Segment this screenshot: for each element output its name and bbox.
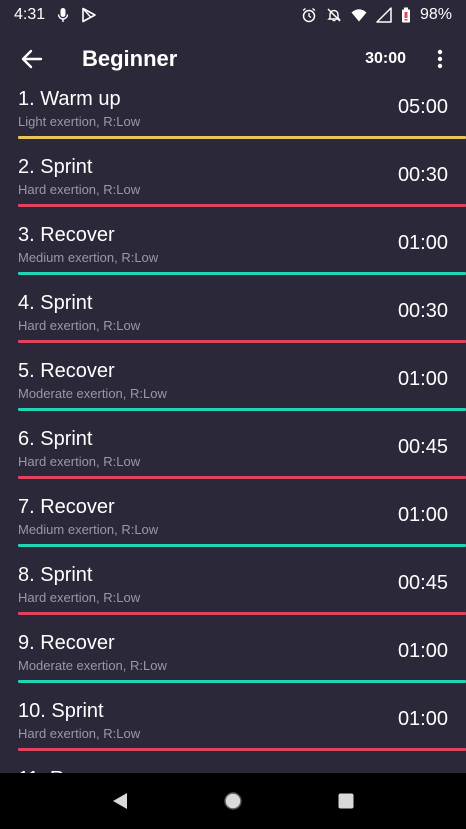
interval-color-bar [18, 340, 466, 343]
interval-row[interactable]: 8. Sprint Hard exertion, R:Low 00:45 [0, 556, 466, 624]
interval-duration: 01:00 [397, 708, 448, 730]
home-circle-icon [224, 792, 242, 810]
back-triangle-icon [113, 793, 128, 809]
status-bar: 4:31 98% [0, 0, 466, 30]
interval-color-bar [18, 408, 466, 411]
status-right: 98% [301, 6, 452, 24]
status-time: 4:31 [14, 6, 46, 23]
interval-duration: 00:30 [397, 164, 448, 186]
interval-exertion: Hard exertion, R:Low [18, 318, 141, 333]
battery-percent: 98% [419, 6, 452, 23]
interval-duration: 01:00 [397, 504, 448, 526]
nav-home-button[interactable] [213, 781, 253, 821]
interval-duration: 00:45 [397, 436, 448, 458]
interval-color-bar [18, 612, 466, 615]
interval-duration: 01:00 [397, 640, 448, 662]
more-vert-icon [437, 49, 443, 69]
signal-icon [376, 7, 392, 23]
interval-row[interactable]: 2. Sprint Hard exertion, R:Low 00:30 [0, 148, 466, 216]
interval-name: 4. Sprint [18, 292, 93, 314]
page-title: Beginner [82, 46, 178, 71]
interval-color-bar [18, 476, 466, 479]
interval-name: 2. Sprint [18, 156, 93, 178]
nav-back-button[interactable] [100, 781, 140, 821]
interval-duration: 01:00 [397, 232, 448, 254]
interval-color-bar [18, 680, 466, 683]
interval-exertion: Hard exertion, R:Low [18, 454, 141, 469]
interval-exertion: Moderate exertion, R:Low [18, 386, 167, 401]
wifi-icon [351, 7, 367, 23]
recents-square-icon [338, 793, 354, 809]
interval-row[interactable]: 10. Sprint Hard exertion, R:Low 01:00 [0, 692, 466, 760]
interval-color-bar [18, 272, 466, 275]
interval-exertion: Moderate exertion, R:Low [18, 658, 167, 673]
interval-exertion: Medium exertion, R:Low [18, 250, 159, 265]
interval-list[interactable]: 1. Warm up Light exertion, R:Low 05:00 2. S… [0, 80, 466, 773]
interval-name: 3. Recover [18, 224, 115, 246]
interval-row[interactable]: 1. Warm up Light exertion, R:Low 05:00 [0, 80, 466, 148]
interval-exertion: Light exertion, R:Low [18, 114, 141, 129]
interval-name: 1. Warm up [18, 88, 121, 110]
total-time: 30:00 [365, 50, 406, 67]
interval-row[interactable]: 7. Recover Medium exertion, R:Low 01:00 [0, 488, 466, 556]
nav-recents-button[interactable] [326, 781, 366, 821]
interval-name: 6. Sprint [18, 428, 93, 450]
battery-icon [401, 7, 411, 23]
interval-name: 7. Recover [18, 496, 115, 518]
interval-name: 8. Sprint [18, 564, 93, 586]
interval-color-bar [18, 748, 466, 751]
status-left: 4:31 [14, 6, 97, 24]
interval-exertion: Hard exertion, R:Low [18, 182, 141, 197]
interval-color-bar [18, 544, 466, 547]
interval-color-bar [18, 204, 466, 207]
interval-row[interactable]: 9. Recover Moderate exertion, R:Low 01:00 [0, 624, 466, 692]
screen: 4:31 98% Beginner 30:00 1. Warm up Light… [0, 0, 466, 829]
mic-icon [55, 7, 71, 23]
nav-bar [0, 773, 466, 829]
play-store-icon [81, 7, 97, 23]
interval-exertion: Hard exertion, R:Low [18, 590, 141, 605]
interval-exertion: Medium exertion, R:Low [18, 522, 159, 537]
interval-duration: 01:00 [397, 368, 448, 390]
interval-color-bar [18, 136, 466, 139]
interval-row[interactable]: 11. Recover [0, 760, 466, 773]
interval-duration: 00:45 [397, 572, 448, 594]
alarm-icon [301, 7, 317, 23]
interval-row[interactable]: 4. Sprint Hard exertion, R:Low 00:30 [0, 284, 466, 352]
bell-off-icon [326, 7, 342, 23]
interval-row[interactable]: 6. Sprint Hard exertion, R:Low 00:45 [0, 420, 466, 488]
interval-name: 5. Recover [18, 360, 115, 382]
interval-duration: 00:30 [397, 300, 448, 322]
interval-row[interactable]: 3. Recover Medium exertion, R:Low 01:00 [0, 216, 466, 284]
interval-exertion: Hard exertion, R:Low [18, 726, 141, 741]
interval-row[interactable]: 5. Recover Moderate exertion, R:Low 01:00 [0, 352, 466, 420]
interval-name: 10. Sprint [18, 700, 104, 722]
arrow-left-icon [21, 49, 43, 69]
interval-duration: 05:00 [397, 96, 448, 118]
interval-name: 9. Recover [18, 632, 115, 654]
